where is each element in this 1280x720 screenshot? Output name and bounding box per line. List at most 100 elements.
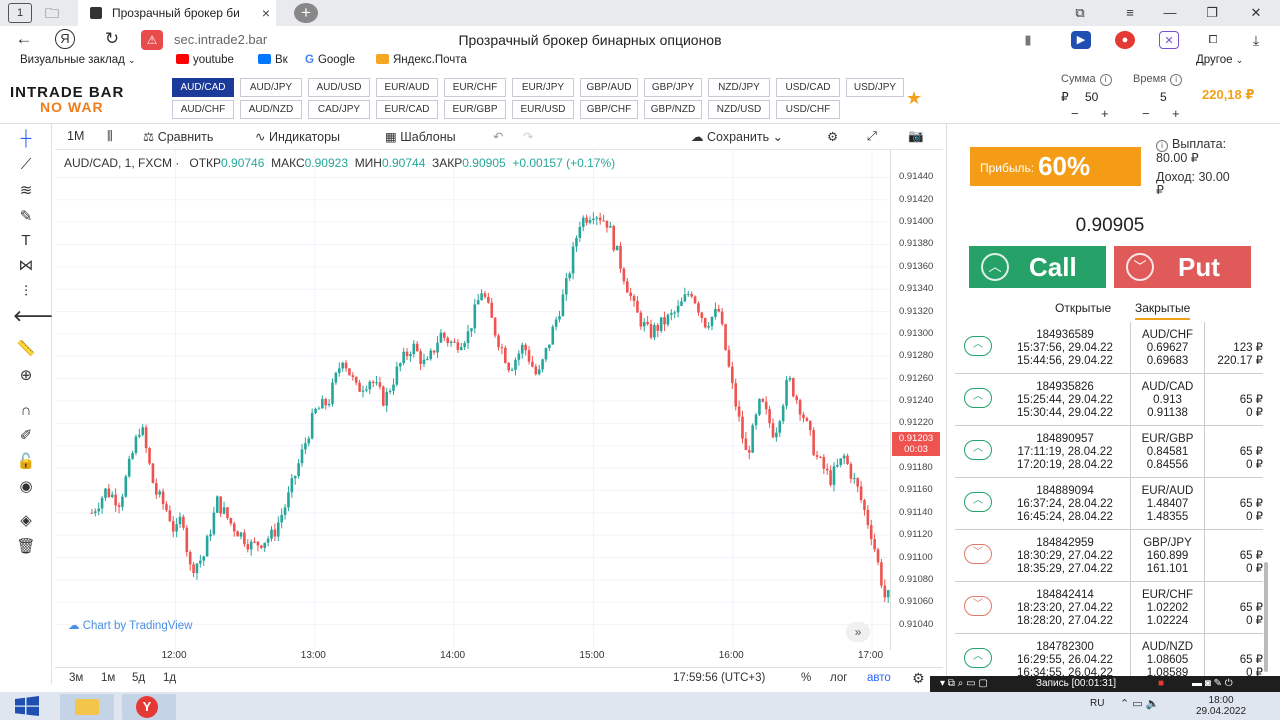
new-tab-button[interactable]: +: [294, 3, 318, 23]
pair-button[interactable]: CAD/JPY: [308, 100, 370, 119]
bookmark-vk[interactable]: Вк: [258, 54, 288, 66]
new-folder-icon[interactable]: 🗀: [40, 3, 64, 23]
bookmark-visual[interactable]: Визуальные заклад ⌄: [20, 54, 136, 66]
fullscreen-icon[interactable]: ⤢: [867, 129, 877, 144]
fib-icon[interactable]: ≋: [13, 180, 39, 202]
amount-increase-button[interactable]: +: [1101, 106, 1109, 121]
brush-icon[interactable]: ✎: [13, 206, 39, 228]
trade-row[interactable]: ︿ 184935826 15:25:44, 29.04.22 15:30:44, 29…: [955, 374, 1263, 426]
minimize-icon[interactable]: —: [1150, 0, 1190, 26]
amount-decrease-button[interactable]: −: [1071, 106, 1079, 121]
pair-button[interactable]: EUR/GBP: [444, 100, 506, 119]
lock-drawing-icon[interactable]: ✐: [13, 425, 39, 447]
info-icon[interactable]: i: [1099, 74, 1112, 86]
extension-puzzle-icon[interactable]: ⧠: [1203, 31, 1223, 49]
close-window-icon[interactable]: ✕: [1236, 0, 1276, 26]
tab-closed-trades[interactable]: Закрытые: [1135, 301, 1191, 320]
auto-scale-button[interactable]: авто: [867, 672, 891, 684]
time-axis[interactable]: 12:00 13:00 14:00 15:00 16:00 17:00: [55, 650, 890, 664]
indicators-button[interactable]: ∿ Индикаторы: [255, 129, 340, 144]
interval-button[interactable]: 1M: [67, 129, 84, 143]
trash-icon[interactable]: 🗑: [13, 536, 39, 558]
reload-icon[interactable]: ↻: [100, 29, 124, 49]
time-decrease-button[interactable]: −: [1142, 106, 1150, 121]
browser-tab[interactable]: Прозрачный брокер би ×: [78, 0, 276, 26]
bookmark-youtube[interactable]: youtube: [176, 54, 234, 66]
text-tool-icon[interactable]: T: [13, 230, 39, 252]
redo-icon[interactable]: ↷: [523, 129, 533, 144]
back-arrow-icon[interactable]: 🡐: [13, 306, 53, 328]
put-button[interactable]: ﹀ Put: [1114, 246, 1251, 288]
restore-icon[interactable]: ❐: [1192, 0, 1232, 26]
zoom-icon[interactable]: ⊕: [13, 365, 39, 387]
pair-button[interactable]: EUR/CAD: [376, 100, 438, 119]
pair-button[interactable]: EUR/USD: [512, 100, 574, 119]
connection-warning-icon[interactable]: ⚠: [141, 30, 163, 50]
bookmark-google[interactable]: G Google: [305, 54, 355, 66]
yandex-icon[interactable]: Я: [55, 29, 75, 49]
trade-row[interactable]: ﹀ 184842414 18:23:20, 27.04.22 18:28:20, 27…: [955, 582, 1263, 634]
trade-row[interactable]: ︿ 184936589 15:37:56, 29.04.22 15:44:56, 29…: [955, 322, 1263, 374]
templates-button[interactable]: ▦ Шаблоны: [385, 129, 456, 144]
yandex-browser-taskbar-icon[interactable]: Y: [122, 694, 176, 720]
pair-button[interactable]: EUR/AUD: [376, 78, 438, 97]
recorder-tools-icon[interactable]: ▾ ⧉ ⌕ ▭ ▢: [940, 676, 988, 692]
price-chart[interactable]: [55, 150, 890, 650]
tradingview-watermark[interactable]: ☁ Chart by TradingView: [68, 618, 192, 632]
log-scale-button[interactable]: лог: [830, 672, 847, 684]
pattern-icon[interactable]: ⋈: [13, 255, 39, 277]
close-tab-icon[interactable]: ×: [262, 0, 270, 26]
bookmark-icon[interactable]: ▮: [1018, 31, 1038, 49]
magnet-icon[interactable]: ∩: [13, 400, 39, 422]
tabs-view-icon[interactable]: ⧉: [1060, 0, 1100, 26]
range-5d[interactable]: 5д: [132, 672, 145, 684]
pair-button[interactable]: AUD/JPY: [240, 78, 302, 97]
trade-row[interactable]: ︿ 184889094 16:37:24, 28.04.22 16:45:24, 28…: [955, 478, 1263, 530]
eye-icon[interactable]: ◉: [13, 476, 39, 498]
menu-icon[interactable]: ≡: [1110, 0, 1150, 26]
pair-button[interactable]: AUD/NZD: [240, 100, 302, 119]
adblock-icon[interactable]: ●: [1115, 31, 1135, 49]
info-icon[interactable]: i: [1170, 74, 1183, 86]
pair-button[interactable]: USD/CHF: [776, 100, 840, 119]
pair-button[interactable]: GBP/NZD: [644, 100, 702, 119]
pair-button[interactable]: USD/CAD: [776, 78, 840, 97]
trades-scrollbar[interactable]: [1264, 562, 1268, 672]
save-button[interactable]: ☁ Сохранить ⌄: [691, 129, 783, 144]
lock-icon[interactable]: 🔓: [13, 451, 39, 473]
camera-icon[interactable]: 📷: [908, 129, 924, 144]
trade-row[interactable]: ︿ 184782300 16:29:55, 26.04.22 16:34:55, 26…: [955, 634, 1263, 680]
pair-button[interactable]: AUD/CHF: [172, 100, 234, 119]
range-1m[interactable]: 1м: [101, 672, 115, 684]
percent-scale-button[interactable]: %: [801, 672, 811, 684]
time-input[interactable]: 5: [1160, 90, 1167, 104]
trade-row[interactable]: ﹀ 184842959 18:30:29, 27.04.22 18:35:29, 27…: [955, 530, 1263, 582]
pair-button[interactable]: GBP/AUD: [580, 78, 638, 97]
extension-x-icon[interactable]: ✕: [1159, 31, 1179, 49]
compare-button[interactable]: ⚖ Сравнить: [143, 129, 213, 144]
url-field[interactable]: sec.intrade2.bar: [174, 32, 267, 47]
taskbar-clock[interactable]: 18:00 29.04.2022: [1196, 695, 1246, 717]
pair-button[interactable]: NZD/USD: [708, 100, 770, 119]
recorder-controls-icon[interactable]: ▬ ◙ ✎ ⏻: [1192, 676, 1233, 692]
chart-settings-icon[interactable]: ⚙: [912, 670, 925, 687]
windows-start-icon[interactable]: [12, 695, 42, 717]
tab-counter-button[interactable]: 1: [8, 3, 32, 23]
time-increase-button[interactable]: +: [1172, 106, 1180, 121]
layers-icon[interactable]: ◈: [13, 510, 39, 532]
other-bookmarks[interactable]: Другое ⌄: [1196, 54, 1243, 66]
range-3m[interactable]: 3м: [69, 672, 83, 684]
trend-line-icon[interactable]: ⟋: [13, 154, 39, 176]
download-icon[interactable]: ⤓: [1246, 31, 1266, 49]
tray-icons[interactable]: ⌃ ▭ 🔈: [1120, 697, 1159, 710]
crosshair-icon[interactable]: ┼: [13, 128, 39, 150]
stop-record-icon[interactable]: ■: [1158, 676, 1164, 692]
pair-button[interactable]: EUR/JPY: [512, 78, 574, 97]
pair-button[interactable]: GBP/JPY: [644, 78, 702, 97]
settings-gear-icon[interactable]: ⚙: [827, 129, 838, 144]
range-1d[interactable]: 1д: [163, 672, 176, 684]
bookmark-yandex-mail[interactable]: Яндекс.Почта: [376, 54, 467, 66]
pair-button[interactable]: AUD/USD: [308, 78, 370, 97]
pair-button[interactable]: USD/JPY: [846, 78, 904, 97]
price-axis[interactable]: 0.91440 0.91420 0.91400 0.91380 0.91360 0.913…: [890, 150, 943, 650]
